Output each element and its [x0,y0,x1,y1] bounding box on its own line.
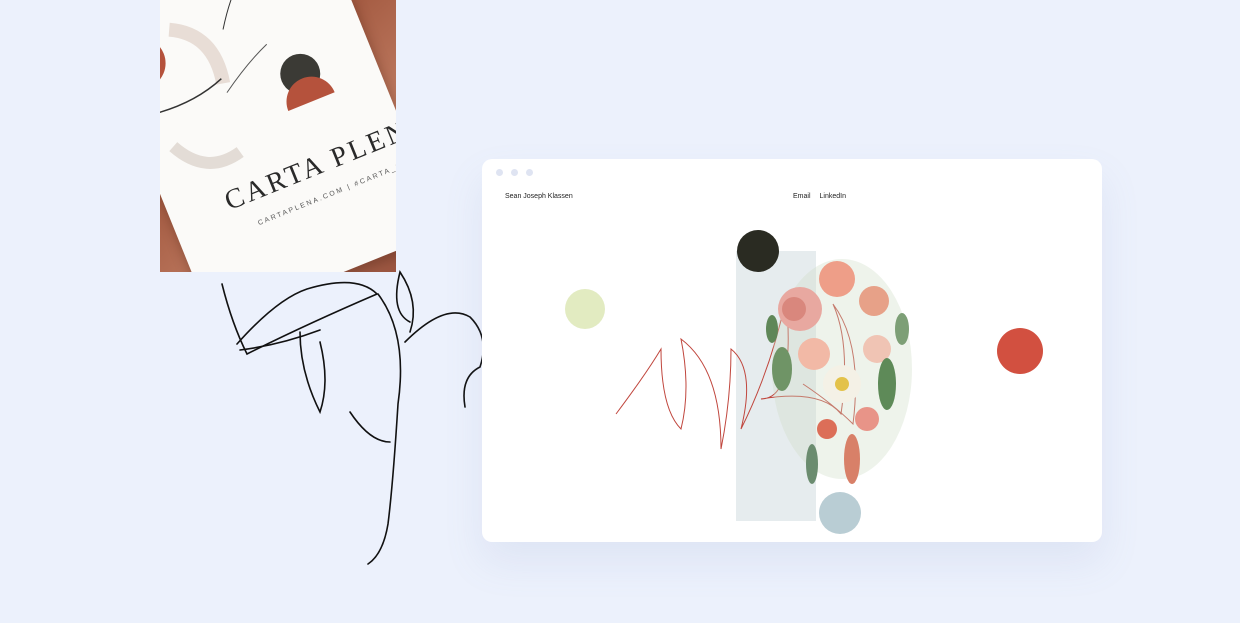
blue-circle [819,492,861,534]
hero-artwork [565,230,1043,534]
business-card-photo: CARTA PLENA CARTAPLENA.COM | #CARTA_PLEN… [160,0,396,272]
business-card: CARTA PLENA CARTAPLENA.COM | #CARTA_PLEN… [160,0,396,272]
line-drawing [221,270,485,565]
browser-window: Sean Joseph Klassen Email LinkedIn [482,159,1102,542]
dark-circle [737,230,779,272]
lime-circle [565,289,605,329]
red-circle [997,328,1043,374]
